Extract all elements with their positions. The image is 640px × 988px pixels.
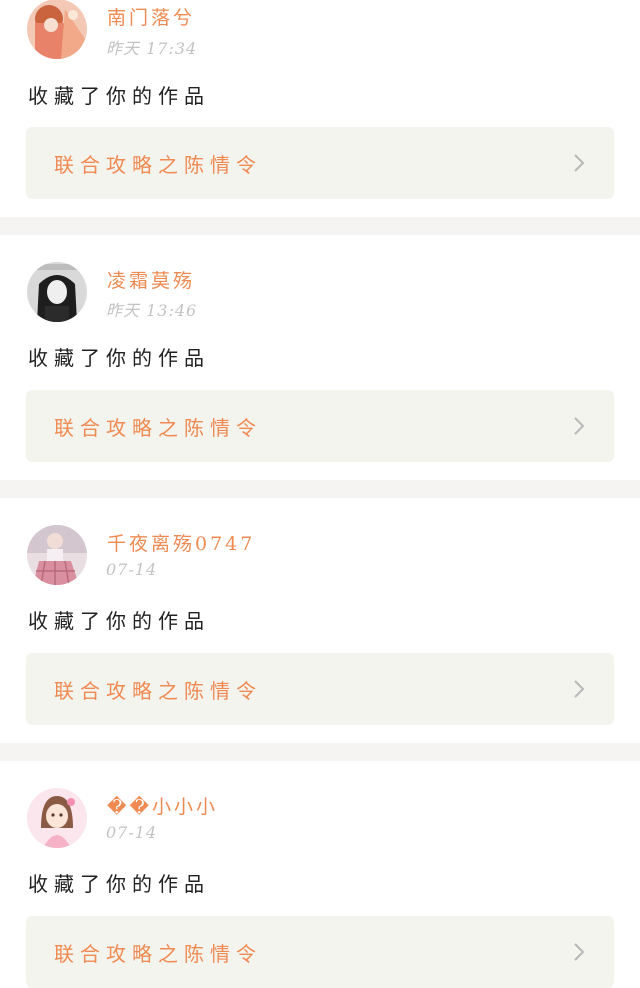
work-title: 联合攻略之陈情令 — [54, 153, 262, 177]
timestamp: 昨天 13:46 — [106, 301, 198, 320]
work-card[interactable]: 联合攻略之陈情令 — [26, 653, 614, 725]
work-card[interactable]: 联合攻略之陈情令 — [26, 916, 614, 988]
avatar-anime-girl-pink-icon[interactable] — [27, 788, 87, 848]
separator — [0, 217, 640, 235]
chevron-right-icon — [574, 154, 585, 172]
separator — [0, 480, 640, 498]
notification-item: 南门落兮 昨天 17:34 收藏了你的作品 联合攻略之陈情令 — [0, 0, 640, 217]
chevron-right-icon — [574, 417, 585, 435]
avatar-girl-black-hair-icon[interactable] — [27, 262, 87, 322]
chevron-right-icon — [574, 943, 585, 961]
action-text: 收藏了你的作品 — [28, 346, 210, 370]
notification-item: 凌霜莫殇 昨天 13:46 收藏了你的作品 联合攻略之陈情令 — [0, 235, 640, 480]
timestamp: 07-14 — [106, 560, 158, 579]
notification-item: 千夜离殇0747 07-14 收藏了你的作品 联合攻略之陈情令 — [0, 498, 640, 743]
work-card[interactable]: 联合攻略之陈情令 — [26, 127, 614, 199]
avatar-girl-red-hanfu-icon[interactable] — [27, 0, 87, 59]
avatar-girl-plaid-skirt-icon[interactable] — [27, 525, 87, 585]
username[interactable]: 凌霜莫殇 — [107, 266, 195, 293]
work-card[interactable]: 联合攻略之陈情令 — [26, 390, 614, 462]
separator — [0, 743, 640, 761]
notification-item: ��小小小 07-14 收藏了你的作品 联合攻略之陈情令 — [0, 761, 640, 988]
action-text: 收藏了你的作品 — [28, 872, 210, 896]
work-title: 联合攻略之陈情令 — [54, 679, 262, 703]
work-title: 联合攻略之陈情令 — [54, 416, 262, 440]
timestamp: 昨天 17:34 — [106, 39, 198, 58]
chevron-right-icon — [574, 680, 585, 698]
username[interactable]: 南门落兮 — [107, 3, 195, 30]
action-text: 收藏了你的作品 — [28, 609, 210, 633]
username[interactable]: ��小小小 — [107, 792, 218, 819]
work-title: 联合攻略之陈情令 — [54, 942, 262, 966]
timestamp: 07-14 — [106, 823, 158, 842]
action-text: 收藏了你的作品 — [28, 84, 210, 108]
username[interactable]: 千夜离殇0747 — [107, 529, 255, 556]
